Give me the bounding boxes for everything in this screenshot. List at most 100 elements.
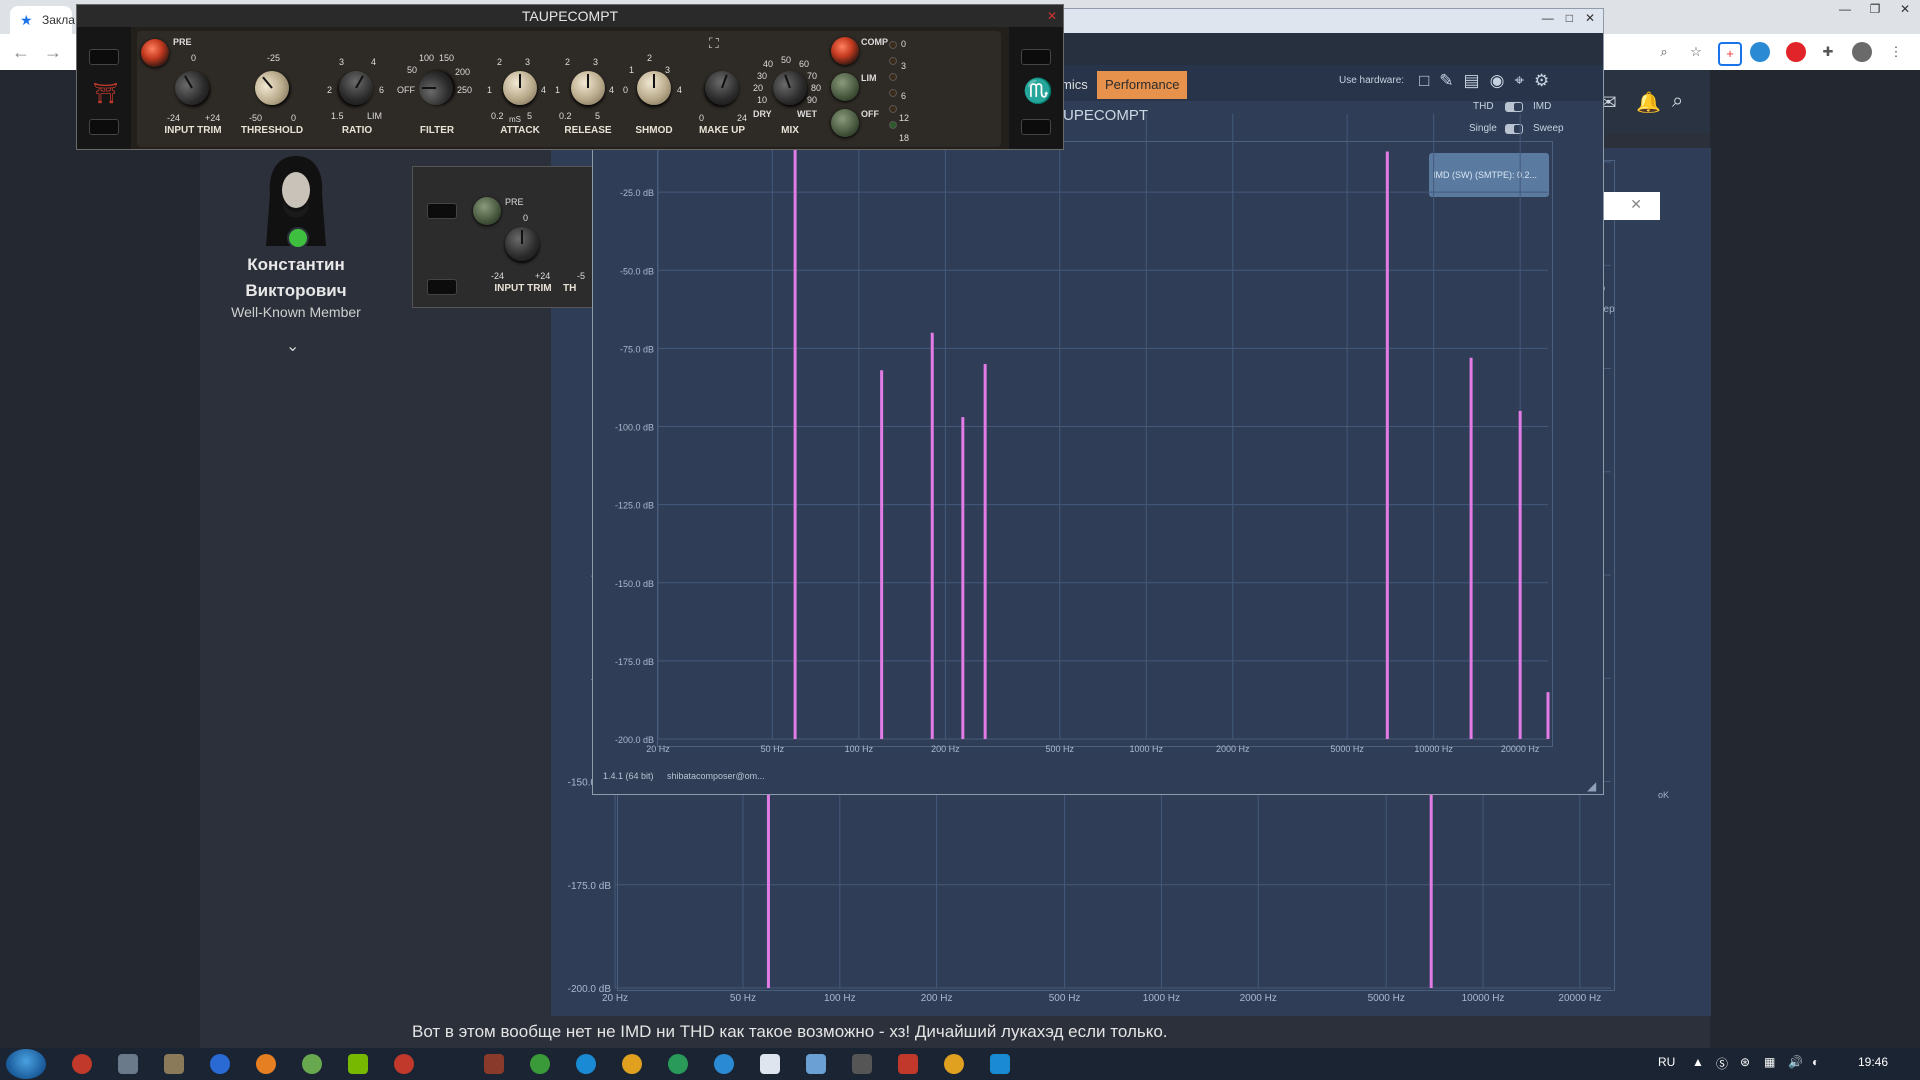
minimize-icon[interactable]: — — [1830, 0, 1860, 20]
knob-mark: 24 — [737, 113, 748, 123]
chevron-down-icon[interactable]: ⌄ — [286, 336, 299, 356]
start-button[interactable] — [6, 1049, 46, 1079]
knob-mark: 60 — [799, 59, 810, 69]
knob-mark: 50 — [781, 55, 792, 65]
app4-icon[interactable] — [622, 1054, 642, 1074]
rack-slot — [427, 279, 457, 295]
close-icon[interactable]: ✕ — [1047, 9, 1057, 23]
spectral-line — [983, 364, 987, 739]
menu-icon[interactable]: ⋮ — [1886, 42, 1906, 62]
spectral-line — [793, 120, 797, 739]
spectral-line — [1469, 357, 1473, 739]
y-tick-label: -25.0 dB — [620, 188, 654, 198]
knob-mark: mS — [509, 115, 521, 124]
lightning-icon[interactable] — [210, 1054, 230, 1074]
knob-mark: 4 — [371, 57, 377, 67]
back-icon[interactable]: ← — [6, 34, 36, 70]
help-icon[interactable] — [256, 1054, 276, 1074]
restore-icon[interactable]: ❐ — [1860, 0, 1890, 20]
app2-icon[interactable] — [394, 1054, 414, 1074]
y-tick-label: -175.0 dB — [568, 881, 612, 892]
shmod-knob[interactable] — [637, 71, 671, 105]
x-tick-label: 50 Hz — [761, 744, 785, 754]
threshold-label: THRESHOLD — [240, 125, 304, 136]
knob-mark: 5 — [595, 111, 601, 121]
app6-icon[interactable] — [806, 1054, 826, 1074]
filter-knob[interactable] — [419, 71, 453, 105]
attack-knob[interactable] — [503, 71, 537, 105]
x-tick-label: 5000 Hz — [1330, 744, 1364, 754]
knob-mark: 30 — [757, 71, 768, 81]
profile-icon[interactable] — [1852, 42, 1872, 62]
app2-tray-icon[interactable]: ◐ — [1812, 1055, 1819, 1069]
meter-led — [889, 89, 897, 97]
search-icon[interactable]: ⌕ — [1672, 90, 1683, 113]
meter-mark: 6 — [901, 91, 907, 101]
post-text: Вот в этом вообще нет не IMD ни THD как … — [412, 1022, 1168, 1041]
globe-icon[interactable] — [1750, 42, 1770, 62]
user-name[interactable]: Константин Викторович — [206, 252, 386, 304]
online-status-icon — [287, 227, 309, 249]
x-tick-label: 500 Hz — [1049, 993, 1081, 1004]
pre-button[interactable] — [473, 197, 501, 225]
mix-label: MIX — [781, 125, 799, 136]
folder-icon[interactable] — [164, 1054, 184, 1074]
app3-icon[interactable] — [484, 1054, 504, 1074]
filter-label: FILTER — [419, 125, 455, 136]
bell-icon[interactable]: 🔔 — [1636, 90, 1661, 115]
close-icon[interactable]: ✕ — [1890, 0, 1920, 20]
browser-tab[interactable]: ★ Закла — [10, 6, 75, 34]
app-tray-icon[interactable]: ⊛ — [1740, 1055, 1750, 1069]
knob-mark: 2 — [497, 57, 503, 67]
calendar-icon[interactable] — [760, 1054, 780, 1074]
plus-icon[interactable]: + — [1718, 42, 1742, 66]
star-icon[interactable]: ☆ — [1686, 42, 1706, 62]
off-button[interactable] — [831, 109, 859, 137]
record-icon[interactable] — [72, 1054, 92, 1074]
tray-arrow-icon[interactable]: ▲ — [1692, 1055, 1704, 1069]
bg-popup: ✕ — [1600, 192, 1660, 220]
knob-mark: 1.5 — [331, 111, 344, 121]
volume-icon[interactable]: 🔊 — [1788, 1055, 1803, 1069]
plugin-host-icon[interactable] — [898, 1054, 918, 1074]
zoom-icon[interactable]: ⌕ — [1654, 42, 1674, 62]
lim-button[interactable] — [831, 73, 859, 101]
knob-mark: 4 — [541, 85, 547, 95]
close-icon[interactable]: ✕ — [1630, 196, 1642, 213]
knob-mark: 10 — [757, 95, 768, 105]
app5-icon[interactable] — [668, 1054, 688, 1074]
language-indicator[interactable]: RU — [1658, 1055, 1675, 1069]
app-icon[interactable] — [118, 1054, 138, 1074]
knob-mark: 0 — [291, 113, 297, 123]
knob-mark: -5 — [577, 271, 586, 281]
gamepad-icon[interactable] — [852, 1054, 872, 1074]
rack-slot — [427, 203, 457, 219]
knob-mark: -24 — [167, 113, 181, 123]
puzzle-icon[interactable]: ✚ — [1818, 42, 1838, 62]
nvidia-icon[interactable] — [348, 1054, 368, 1074]
whatsapp-icon[interactable] — [530, 1054, 550, 1074]
telegram-icon[interactable] — [714, 1054, 734, 1074]
skype-icon[interactable] — [576, 1054, 596, 1074]
rack-slot — [89, 119, 119, 135]
forward-icon[interactable]: → — [38, 34, 68, 70]
comp-button[interactable] — [831, 37, 859, 65]
opera-icon[interactable] — [1786, 42, 1806, 62]
pre-label: PRE — [505, 197, 524, 207]
skype-tray-icon[interactable]: Ⓢ — [1716, 1055, 1728, 1072]
input-trim-label: INPUT TRIM — [164, 125, 222, 136]
chrome-icon[interactable] — [944, 1054, 964, 1074]
x-tick-label: 100 Hz — [824, 993, 856, 1004]
knob-mark: 150 — [439, 53, 455, 63]
release-knob[interactable] — [571, 71, 605, 105]
network-icon[interactable]: ▦ — [1764, 1055, 1775, 1069]
skype2-icon[interactable] — [990, 1054, 1010, 1074]
meter-mark: 18 — [899, 133, 910, 143]
knob-mark: 0 — [623, 85, 629, 95]
android-icon[interactable] — [302, 1054, 322, 1074]
ghost-input-trim-knob[interactable] — [505, 227, 539, 261]
knob-mark: 4 — [609, 85, 615, 95]
knob-mark: 0 — [699, 113, 705, 123]
pre-button[interactable] — [141, 39, 169, 67]
knob-mark: 2 — [327, 85, 333, 95]
